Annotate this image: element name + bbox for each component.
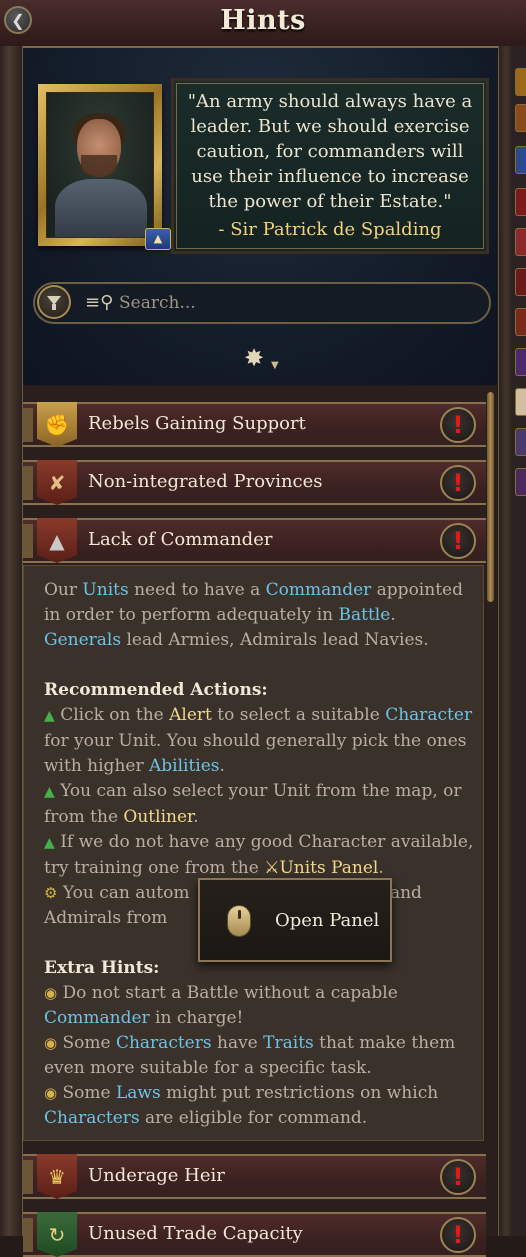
- rebels-icon: ✊: [37, 402, 77, 447]
- hint-details: Our Units need to have a Commander appoi…: [23, 565, 484, 1141]
- quote-text: "An army should always have a leader. Bu…: [187, 91, 473, 212]
- trade-icon: ↻: [37, 1212, 77, 1257]
- link-units-panel[interactable]: ⚔Units Panel: [264, 858, 378, 878]
- side-tab[interactable]: [515, 468, 526, 496]
- quote-box: "An army should always have a leader. Bu…: [171, 78, 489, 254]
- link-units[interactable]: Units: [82, 580, 128, 600]
- side-tab[interactable]: [515, 188, 526, 216]
- province-icon: ✘: [37, 460, 77, 505]
- scrollbar-thumb[interactable]: [487, 392, 494, 602]
- mouse-icon: [227, 905, 251, 937]
- link-laws[interactable]: Laws: [116, 1083, 161, 1103]
- action-item: ▲ You can also select your Unit from the…: [44, 781, 462, 827]
- hint-row-provinces[interactable]: ✘ Non-integrated Provinces !: [23, 460, 486, 505]
- link-generals[interactable]: Generals: [44, 630, 121, 650]
- right-frame-border: [498, 46, 513, 1236]
- alert-icon[interactable]: !: [440, 523, 476, 559]
- link-characters[interactable]: Characters: [44, 1108, 140, 1128]
- lightbulb-icon: ◉: [44, 1034, 58, 1052]
- units-icon: ⚔: [264, 858, 280, 878]
- side-tab[interactable]: [515, 348, 526, 376]
- side-tab-strip: [512, 46, 526, 1236]
- page-title: Hints: [220, 5, 306, 36]
- side-tab[interactable]: [515, 146, 526, 174]
- extra-hint-item: ◉ Do not start a Battle without a capabl…: [44, 983, 398, 1028]
- link-character[interactable]: Character: [385, 705, 472, 725]
- hint-description: Our Units need to have a Commander appoi…: [44, 580, 463, 650]
- action-item: ▲ Click on the Alert to select a suitabl…: [44, 705, 473, 776]
- open-panel-tooltip: Open Panel: [198, 878, 392, 962]
- advisor-portrait: [38, 84, 162, 246]
- link-battle[interactable]: Battle: [339, 605, 391, 625]
- link-traits[interactable]: Traits: [263, 1033, 314, 1053]
- side-tab[interactable]: [515, 228, 526, 256]
- tooltip-label: Open Panel: [275, 910, 380, 931]
- link-characters[interactable]: Characters: [116, 1033, 212, 1053]
- crown-icon: ♛: [37, 1154, 77, 1199]
- chevron-up-icon: ▲: [44, 784, 55, 800]
- alert-icon[interactable]: !: [440, 407, 476, 443]
- side-tab[interactable]: [515, 68, 526, 96]
- gear-icon: ⚙: [44, 884, 58, 902]
- extra-hint-item: ◉ Some Laws might put restrictions on wh…: [44, 1083, 439, 1128]
- sparkle-icon[interactable]: ✸: [244, 346, 264, 370]
- lightbulb-icon: ◉: [44, 984, 58, 1002]
- extra-hint-item: ◉ Some Characters have Traits that make …: [44, 1033, 456, 1078]
- alert-icon[interactable]: !: [440, 1159, 476, 1195]
- hint-row-rebels[interactable]: ✊ Rebels Gaining Support !: [23, 402, 486, 447]
- helmet-icon: ▲: [37, 518, 77, 563]
- window-header: ❮ Hints: [0, 0, 526, 48]
- hint-label: Non-integrated Provinces: [88, 471, 323, 492]
- list-search-icon: ≡⚲: [85, 292, 114, 313]
- side-tab[interactable]: [515, 428, 526, 456]
- link-outliner[interactable]: Outliner: [123, 807, 193, 827]
- quote-author: - Sir Patrick de Spalding: [218, 219, 442, 240]
- link-abilities[interactable]: Abilities: [149, 756, 220, 776]
- link-alert[interactable]: Alert: [169, 705, 212, 725]
- recommended-heading: Recommended Actions:: [44, 680, 268, 700]
- action-item: ▲ If we do not have any good Character a…: [44, 832, 474, 878]
- filter-button[interactable]: [37, 285, 71, 319]
- link-commander[interactable]: Commander: [44, 1008, 150, 1028]
- lightbulb-icon: ◉: [44, 1084, 58, 1102]
- hint-label: Underage Heir: [88, 1165, 225, 1186]
- hint-row-underage-heir[interactable]: ♛ Underage Heir !: [23, 1154, 486, 1199]
- hint-label: Lack of Commander: [88, 529, 273, 550]
- side-tab[interactable]: [515, 104, 526, 132]
- side-tab[interactable]: [515, 388, 526, 416]
- portrait-image: [46, 92, 154, 238]
- chevron-up-icon: ▲: [44, 835, 55, 851]
- side-tab[interactable]: [515, 308, 526, 336]
- search-bar: ≡⚲ Search...: [33, 282, 491, 324]
- alert-icon[interactable]: !: [440, 1217, 476, 1253]
- side-tab[interactable]: [515, 268, 526, 296]
- chevron-up-icon: ▲: [44, 708, 55, 724]
- left-frame-border: [0, 46, 23, 1236]
- search-input[interactable]: Search...: [119, 293, 196, 313]
- hint-label: Rebels Gaining Support: [88, 413, 306, 434]
- rank-icon: ▲: [145, 228, 171, 250]
- link-commander[interactable]: Commander: [266, 580, 372, 600]
- alert-icon[interactable]: !: [440, 465, 476, 501]
- chevron-down-icon[interactable]: ▼: [271, 360, 279, 371]
- hint-label: Unused Trade Capacity: [88, 1223, 303, 1244]
- hint-row-trade[interactable]: ↻ Unused Trade Capacity !: [23, 1212, 486, 1257]
- hint-row-commander[interactable]: ▲ Lack of Commander !: [23, 518, 486, 563]
